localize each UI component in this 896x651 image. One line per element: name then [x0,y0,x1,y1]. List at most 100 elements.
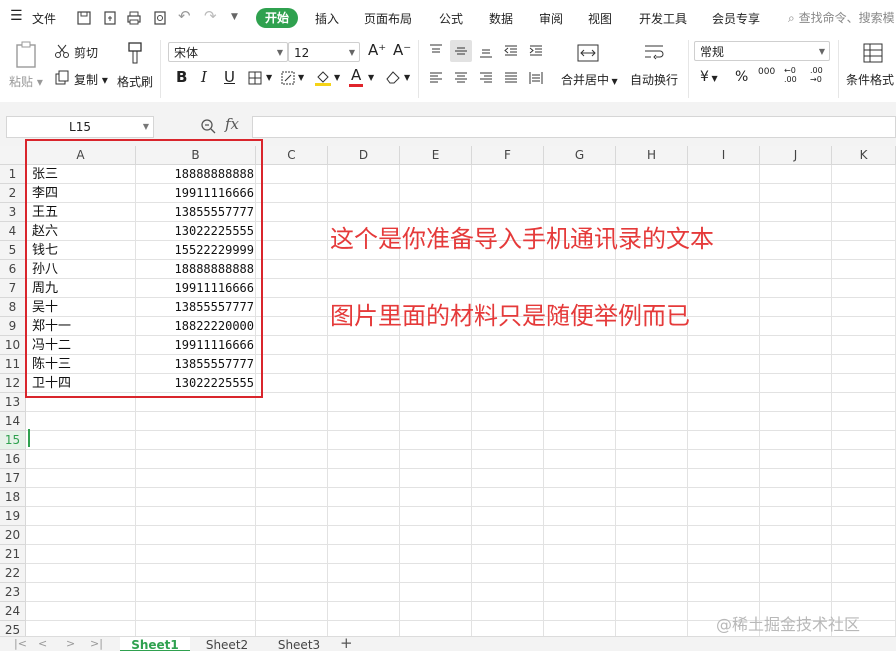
tab-formulas[interactable]: 公式 [439,10,463,27]
column-header-g[interactable]: G [544,146,616,165]
tab-insert[interactable]: 插入 [315,10,339,27]
add-sheet-icon[interactable]: + [340,634,353,651]
align-bottom-icon[interactable] [478,43,494,59]
column-header-c[interactable]: C [256,146,328,165]
font-color-icon[interactable]: A [351,66,361,84]
row-header-6[interactable]: 6 [0,260,26,279]
tab-developer[interactable]: 开发工具 [639,10,687,27]
zoom-icon[interactable] [200,118,216,134]
column-header-j[interactable]: J [760,146,832,165]
row-header-20[interactable]: 20 [0,526,26,545]
row-header-23[interactable]: 23 [0,583,26,602]
select-all-corner[interactable] [0,146,26,165]
distributed-align-icon[interactable] [528,70,544,86]
next-sheet-icon[interactable]: > [66,637,75,650]
increase-decimal-button[interactable]: ←0 .00 [784,66,804,84]
row-header-9[interactable]: 9 [0,317,26,336]
align-middle-button[interactable] [450,40,472,62]
increase-font-icon[interactable]: A⁺ [368,41,386,59]
column-header-i[interactable]: I [688,146,760,165]
print-icon[interactable] [126,10,142,26]
print-preview-icon[interactable] [152,10,168,26]
align-center-icon[interactable] [453,70,469,86]
hamburger-menu-icon[interactable]: ☰ [10,8,23,24]
row-header-15[interactable]: 15 [0,431,26,450]
row-header-18[interactable]: 18 [0,488,26,507]
align-right-icon[interactable] [478,70,494,86]
format-painter-button[interactable]: 格式刷 [117,73,153,90]
tab-view[interactable]: 视图 [588,10,612,27]
conditional-format-button[interactable]: 条件格式 [846,71,894,88]
wrap-text-button[interactable]: 自动换行 [630,71,678,88]
copy-button[interactable]: 复制 ▾ [74,71,108,88]
number-format-select[interactable]: 常规 ▼ [694,41,830,61]
row-header-5[interactable]: 5 [0,241,26,260]
decrease-font-icon[interactable]: A⁻ [393,41,411,59]
fill-color-dropdown-icon[interactable]: ▼ [334,73,340,82]
tab-home[interactable]: 开始 [256,8,298,28]
row-header-19[interactable]: 19 [0,507,26,526]
italic-button[interactable]: I [201,68,207,86]
column-header-f[interactable]: F [472,146,544,165]
row-header-3[interactable]: 3 [0,203,26,222]
clear-format-icon[interactable] [384,69,402,85]
row-header-17[interactable]: 17 [0,469,26,488]
row-header-16[interactable]: 16 [0,450,26,469]
underline-button[interactable]: U [224,68,235,86]
fill-color-icon[interactable] [314,68,332,86]
cut-button[interactable]: 剪切 [74,44,98,61]
row-header-24[interactable]: 24 [0,602,26,621]
currency-button[interactable]: ¥ ▼ [700,69,718,85]
borders-dropdown-icon[interactable]: ▼ [266,73,272,82]
export-pdf-icon[interactable] [102,10,118,26]
align-left-icon[interactable] [428,70,444,86]
column-header-d[interactable]: D [328,146,400,165]
row-header-11[interactable]: 11 [0,355,26,374]
command-search[interactable]: ⌕ 查找命令、搜索模 [788,9,895,26]
percent-button[interactable]: % [735,69,748,85]
decrease-decimal-button[interactable]: .00 →0 [810,66,830,84]
clear-format-dropdown-icon[interactable]: ▼ [404,73,410,82]
thousands-button[interactable]: 000 [758,67,775,77]
column-header-e[interactable]: E [400,146,472,165]
row-header-22[interactable]: 22 [0,564,26,583]
sheet-tab-1[interactable]: Sheet1 [120,637,190,651]
row-header-4[interactable]: 4 [0,222,26,241]
font-color-dropdown-icon[interactable]: ▼ [368,73,374,82]
row-header-10[interactable]: 10 [0,336,26,355]
cell-style-dropdown-icon[interactable]: ▼ [298,73,304,82]
paste-icon[interactable] [14,41,40,69]
save-icon[interactable] [76,10,92,26]
sheet-tab-2[interactable]: Sheet2 [196,637,258,651]
first-sheet-icon[interactable]: |< [14,637,27,650]
file-menu[interactable]: 文件 [32,10,56,27]
column-header-k[interactable]: K [832,146,896,165]
cell-style-icon[interactable] [280,70,296,86]
tab-review[interactable]: 审阅 [539,10,563,27]
align-top-icon[interactable] [428,43,444,59]
formula-input[interactable] [252,116,896,138]
tab-member[interactable]: 会员专享 [712,10,760,27]
column-header-h[interactable]: H [616,146,688,165]
justify-icon[interactable] [503,70,519,86]
prev-sheet-icon[interactable]: < [38,637,47,650]
row-header-8[interactable]: 8 [0,298,26,317]
font-name-select[interactable]: 宋体 ▼ [168,42,288,62]
name-box[interactable]: L15 ▼ [6,116,154,138]
row-header-12[interactable]: 12 [0,374,26,393]
indent-icon[interactable] [528,43,544,59]
font-size-select[interactable]: 12 ▼ [288,42,360,62]
row-header-1[interactable]: 1 [0,165,26,184]
sheet-tab-3[interactable]: Sheet3 [268,637,330,651]
quick-access-dropdown-icon[interactable]: ▼ [231,12,238,22]
row-header-7[interactable]: 7 [0,279,26,298]
bold-button[interactable]: B [176,68,187,86]
undo-icon[interactable]: ↶ [178,7,191,25]
merge-center-button[interactable]: 合并居中 ▼ [561,71,618,88]
borders-icon[interactable] [247,70,263,86]
redo-icon[interactable]: ↷ [204,7,217,25]
outdent-icon[interactable] [503,43,519,59]
insert-function-button[interactable]: fx [225,115,239,133]
row-header-13[interactable]: 13 [0,393,26,412]
row-header-21[interactable]: 21 [0,545,26,564]
